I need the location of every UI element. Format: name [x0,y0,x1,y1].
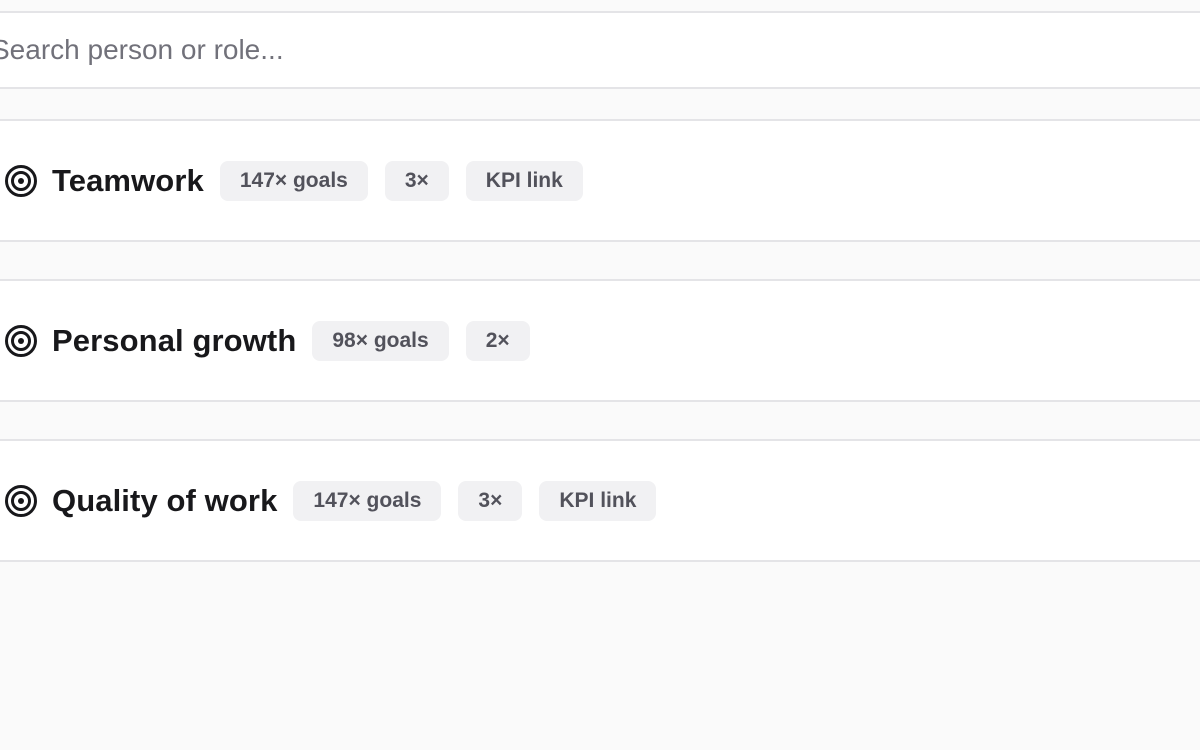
goal-card-quality-of-work[interactable]: Quality of work 147× goals 3× KPI link [0,439,1200,562]
search-input[interactable] [0,20,1191,80]
multiplier-badge: 3× [384,160,449,201]
target-icon [3,483,39,519]
target-icon [3,163,39,199]
goals-count-badge: 147× goals [219,160,368,201]
goal-card-title: Personal growth [52,322,297,358]
goal-card-personal-growth[interactable]: Personal growth 98× goals 2× [0,279,1200,402]
goals-count-badge: 147× goals [293,480,442,521]
multiplier-badge: 3× [458,480,523,521]
multiplier-badge: 2× [465,320,530,361]
kpi-link-badge[interactable]: KPI link [539,480,657,521]
search-bar [0,13,1200,89]
target-icon [3,323,39,359]
page: Teamwork 147× goals 3× KPI link Personal… [0,0,1200,750]
goal-card-teamwork[interactable]: Teamwork 147× goals 3× KPI link [0,119,1200,242]
goal-card-title: Quality of work [52,482,278,518]
goal-card-title: Teamwork [52,162,204,198]
kpi-link-badge[interactable]: KPI link [465,160,583,201]
goals-count-badge: 98× goals [312,320,449,361]
